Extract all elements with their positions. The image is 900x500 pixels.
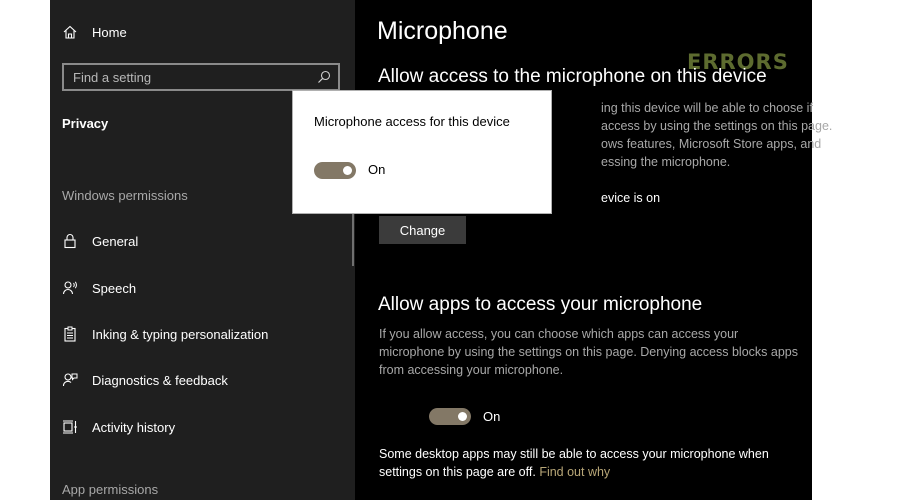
page-title: Microphone bbox=[377, 17, 508, 45]
device-access-status: evice is on bbox=[601, 191, 661, 205]
timeline-icon bbox=[62, 419, 78, 435]
sidebar-item-label: Speech bbox=[92, 280, 137, 296]
sidebar-item-label: Diagnostics & feedback bbox=[92, 372, 228, 388]
clipboard-icon bbox=[62, 326, 78, 342]
home-nav-item[interactable]: Home bbox=[62, 20, 127, 44]
sidebar-item-label: General bbox=[92, 233, 139, 249]
popup-title: Microphone access for this device bbox=[314, 114, 510, 129]
apps-access-toggle[interactable] bbox=[429, 408, 471, 425]
sidebar-item-speech[interactable]: Speech bbox=[62, 276, 136, 300]
toggle-knob bbox=[343, 166, 352, 175]
windows-permissions-heading: Windows permissions bbox=[62, 188, 188, 203]
app-permissions-heading: App permissions bbox=[62, 482, 159, 497]
apps-access-heading: Allow apps to access your microphone bbox=[378, 294, 703, 315]
description-line: essing the microphone. bbox=[601, 155, 731, 169]
search-input[interactable]: Find a setting bbox=[73, 70, 151, 85]
home-label: Home bbox=[92, 24, 127, 40]
sidebar-item-diagnostics[interactable]: Diagnostics & feedback bbox=[62, 368, 228, 392]
lock-icon bbox=[62, 233, 78, 249]
device-access-toggle-label: On bbox=[368, 162, 386, 177]
description-line: ing this device will be able to choose i… bbox=[601, 101, 813, 115]
change-button[interactable]: Change bbox=[379, 216, 466, 244]
sidebar: Home Find a setting Privacy Windows perm… bbox=[50, 0, 355, 500]
sidebar-item-activity-history[interactable]: Activity history bbox=[62, 415, 175, 439]
sidebar-item-label: Inking & typing personalization bbox=[92, 326, 269, 342]
search-box[interactable]: Find a setting bbox=[62, 63, 340, 91]
settings-window: Home Find a setting Privacy Windows perm… bbox=[50, 0, 832, 500]
sidebar-item-label: Activity history bbox=[92, 419, 176, 435]
feedback-icon bbox=[62, 372, 78, 388]
description-line: access by using the settings on this pag… bbox=[601, 119, 833, 133]
device-access-heading: Allow access to the microphone on this d… bbox=[378, 66, 767, 87]
home-icon bbox=[62, 24, 78, 40]
sidebar-item-inking-typing[interactable]: Inking & typing personalization bbox=[62, 322, 268, 346]
apps-access-toggle-label: On bbox=[483, 409, 501, 424]
find-out-why-link[interactable]: Find out why bbox=[539, 465, 610, 479]
current-section-label: Privacy bbox=[62, 115, 109, 131]
main-content: Microphone ERRORS Allow access to the mi… bbox=[355, 0, 832, 500]
speech-icon bbox=[62, 280, 78, 296]
sidebar-item-general[interactable]: General bbox=[62, 229, 138, 253]
microphone-access-popup: Microphone access for this device On bbox=[292, 90, 552, 214]
description-line: ows features, Microsoft Store apps, and bbox=[601, 137, 822, 151]
apps-access-description: If you allow access, you can choose whic… bbox=[379, 327, 798, 377]
desktop-apps-note: Some desktop apps may still be able to a… bbox=[379, 445, 804, 481]
toggle-knob bbox=[458, 412, 467, 421]
device-access-toggle[interactable] bbox=[314, 162, 356, 179]
sidebar-scrollbar[interactable] bbox=[352, 214, 354, 266]
search-icon[interactable] bbox=[317, 70, 331, 84]
device-access-description: ing this device will be able to choose i… bbox=[601, 99, 832, 171]
